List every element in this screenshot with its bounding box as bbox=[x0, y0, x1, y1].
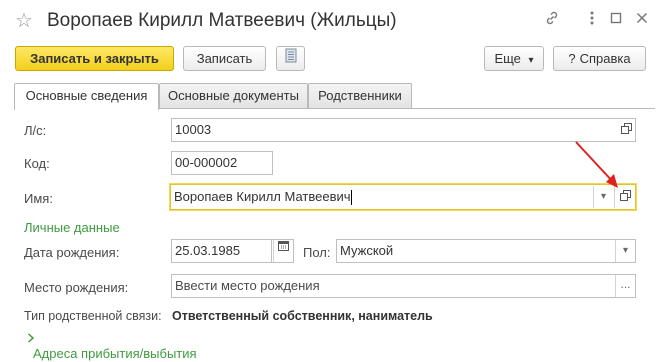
document-list-icon bbox=[285, 47, 297, 70]
maximize-icon[interactable] bbox=[606, 10, 626, 30]
gender-select[interactable]: Мужской bbox=[336, 239, 636, 263]
annotation-arrow-icon bbox=[575, 141, 618, 188]
save-and-close-button[interactable]: Записать и закрыть bbox=[15, 46, 174, 71]
address-section-label: Адреса прибытия/выбытия bbox=[33, 346, 197, 362]
account-label: Л/с: bbox=[24, 123, 47, 138]
save-button[interactable]: Записать bbox=[183, 46, 266, 71]
open-icon bbox=[620, 123, 632, 134]
report-button[interactable] bbox=[276, 46, 305, 71]
birth-place-placeholder: Ввести место рождения bbox=[175, 278, 320, 293]
chevron-down-icon: ▾ bbox=[528, 55, 534, 66]
tab-relatives[interactable]: Родственники bbox=[308, 83, 412, 109]
birth-date-field[interactable]: 25.03.1985 bbox=[171, 239, 272, 263]
birth-date-field-border bbox=[272, 239, 294, 263]
name-value: Воропаев Кирилл Матвеевич bbox=[174, 189, 351, 204]
question-icon: ? bbox=[568, 51, 576, 66]
code-label: Код: bbox=[24, 156, 50, 171]
name-field[interactable]: Воропаев Кирилл Матвеевич bbox=[170, 184, 636, 210]
relation-type-label: Тип родственной связи: bbox=[24, 309, 162, 323]
birth-place-select-button[interactable]: ... bbox=[615, 275, 635, 297]
account-field[interactable]: 10003 bbox=[171, 118, 636, 142]
link-icon[interactable] bbox=[542, 10, 562, 30]
tab-main-documents[interactable]: Основные документы bbox=[159, 83, 308, 109]
birth-place-label: Место рождения: bbox=[24, 280, 129, 295]
code-value: 00-000002 bbox=[175, 155, 238, 170]
birth-place-field[interactable]: Ввести место рождения bbox=[171, 274, 636, 298]
tab-main-info[interactable]: Основные сведения bbox=[14, 83, 159, 110]
birth-date-label: Дата рождения: bbox=[24, 245, 120, 260]
account-value: 10003 bbox=[175, 122, 212, 137]
favorite-star-icon[interactable]: ☆ bbox=[15, 10, 33, 32]
chevron-right-icon bbox=[27, 331, 35, 346]
relation-type-value: Ответственный собственник, наниматель bbox=[172, 309, 433, 323]
gender-dropdown-button[interactable]: ▾ bbox=[615, 240, 635, 262]
code-field[interactable]: 00-000002 bbox=[171, 151, 273, 175]
close-icon[interactable] bbox=[632, 10, 652, 30]
more-icon[interactable] bbox=[582, 10, 602, 30]
birth-date-value: 25.03.1985 bbox=[175, 243, 241, 258]
more-actions-button[interactable]: Еще ▾ bbox=[484, 46, 544, 71]
gender-value: Мужской bbox=[340, 243, 394, 258]
personal-data-section: Личные данные bbox=[24, 220, 120, 235]
chevron-down-icon: ▾ bbox=[622, 245, 629, 256]
help-button[interactable]: ? Справка bbox=[553, 46, 646, 71]
help-label: Справка bbox=[579, 51, 631, 66]
address-section-toggle[interactable]: Адреса прибытия/выбытия bbox=[27, 331, 207, 361]
name-label: Имя: bbox=[24, 191, 53, 206]
gender-label: Пол: bbox=[303, 245, 331, 260]
window-title: Воропаев Кирилл Матвеевич (Жильцы) bbox=[47, 10, 397, 31]
more-actions-label: Еще bbox=[494, 51, 521, 66]
text-cursor bbox=[350, 190, 352, 206]
